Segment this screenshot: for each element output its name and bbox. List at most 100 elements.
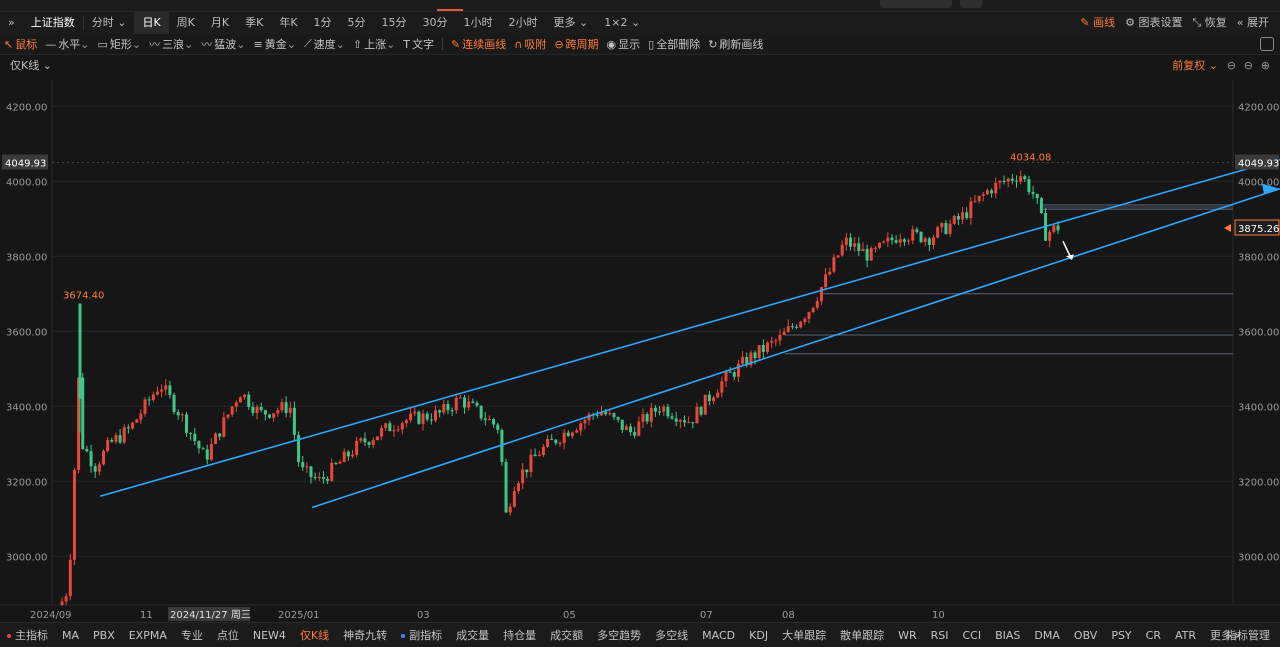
draw-action-3[interactable]: ◉ 显示 [603,36,645,52]
indicator-item[interactable]: 成交量 [449,627,496,643]
candle-body [977,195,981,202]
expand-button[interactable]: « 展开 [1232,12,1274,34]
candle-body [1056,225,1060,231]
magnet-icon: ∩ [514,37,523,51]
indicator-item[interactable]: MACD [695,629,742,642]
indicator-item[interactable]: NEW4 [246,629,293,642]
y-tick-label-left: 3600.00 [6,327,47,338]
draw-tool-6[interactable]: ⟋ 速度 ⌄ [300,36,349,52]
period-tab[interactable]: 日K [134,12,169,34]
draw-action-4[interactable]: ▯ 全部删除 [644,36,704,52]
indicator-item[interactable]: RSI [924,629,956,642]
indicator-item[interactable]: DMA [1027,629,1067,642]
period-tab[interactable]: 15分 [374,12,415,34]
candle-body [849,237,852,247]
speed-line-icon: ⟋ [303,37,312,50]
kline-chart[interactable]: 4200.00 4200.00 4000.00 4000.00 3800.00 3800.… [0,75,1280,622]
candle-body [355,440,359,455]
chart-svg[interactable]: 4200.00 4200.00 4000.00 4000.00 3800.00 3800.… [0,75,1280,622]
candle-body [81,377,85,450]
indicator-item[interactable]: 仅K线 [293,627,336,643]
candle-body [89,451,93,467]
period-tab[interactable]: 更多 ⌄ [546,12,597,34]
draw-action-5[interactable]: ↻ 刷新画线 [704,36,767,52]
indicator-item[interactable]: CR [1139,629,1168,642]
draw-tool-5[interactable]: ≡ 黄金 ⌄ [250,36,300,52]
zoom-out-icon[interactable]: ⊖ [1244,59,1253,72]
crosshair-price-right: 4049.93 [1238,159,1279,170]
draw-tool-1[interactable]: — 水平 ⌄ [41,36,93,52]
period-tab[interactable]: 5分 [340,12,374,34]
draw-tool-4[interactable]: 〰猛波 ⌄ [197,36,249,52]
period-tab[interactable]: 月K [203,12,237,34]
draw-tool-8[interactable]: T 文字 [399,36,438,52]
icon-remnant[interactable] [960,0,982,8]
indicator-item[interactable]: 成交额 [543,627,590,643]
indicator-item[interactable]: ATR [1168,629,1203,642]
collapse-icon[interactable]: » [0,12,23,34]
period-tab[interactable]: 30分 [415,12,456,34]
indicator-item[interactable]: WR [891,629,924,642]
period-tab[interactable]: 2小时 [501,12,546,34]
indicator-item[interactable]: 点位 [210,627,246,643]
y-tick-label-left: 3000.00 [6,552,47,563]
candle-body [205,449,209,460]
indicator-item[interactable]: 散单跟踪 [833,627,891,643]
candle-body [699,407,703,415]
candle-body [961,212,965,220]
collapse-panel-icon[interactable] [1260,37,1274,51]
candle-body [131,422,135,429]
indicator-item[interactable]: 副指标 [394,627,449,643]
indicator-item[interactable]: PSY [1104,629,1138,642]
zoom-in-icon[interactable]: ⊕ [1261,59,1270,72]
restore-button[interactable]: ⤡ 恢复 [1187,12,1231,34]
indicator-item[interactable]: 大单跟踪 [775,627,833,643]
draw-button[interactable]: ✎ 画线 [1075,12,1120,34]
minus-circle-icon[interactable]: ⊖ [1227,59,1236,72]
candle-body [375,436,379,441]
indicator-item[interactable]: BIAS [988,629,1027,642]
candle-body [172,394,176,412]
period-tab[interactable]: 1×2 ⌄ [596,12,648,34]
period-tab[interactable]: 周K [169,12,203,34]
draw-action-0[interactable]: ✎ 连续画线 [447,36,510,52]
period-tab[interactable]: 1分 [306,12,340,34]
indicator-item[interactable]: PBX [86,629,122,642]
draw-action-2[interactable]: ⊖ 跨周期 [550,36,602,52]
chevron-down-icon: ⌄ [386,37,396,51]
indicator-item[interactable]: MA [55,629,86,642]
period-tab[interactable]: 1小时 [456,12,501,34]
indicator-select[interactable]: 仅K线 ⌄ [10,57,52,73]
candle-body [458,397,462,399]
indicator-item[interactable]: 多空线 [648,627,695,643]
indicator-item[interactable]: KDJ [742,629,775,642]
indicator-item[interactable]: 神奇九转 [336,627,394,643]
candle-body [620,419,624,430]
indicator-item[interactable]: 专业 [174,627,210,643]
candle-body [770,340,774,343]
draw-tool-0[interactable]: ↖ 鼠标 [0,36,41,52]
candle-body [782,331,786,336]
draw-action-1[interactable]: ∩ 吸附 [510,36,550,52]
candle-body [454,397,458,411]
draw-tool-3[interactable]: 〰三浪 ⌄ [145,36,197,52]
indicator-item[interactable]: 持仓量 [496,627,543,643]
period-tab[interactable]: 分时 ⌄ [84,12,135,34]
draw-tool-2[interactable]: ▭ 矩形 ⌄ [93,36,145,52]
indicator-manage-button[interactable]: 指标管理 [1226,627,1270,643]
chart-settings-button[interactable]: ⚙ 图表设置 [1120,12,1187,34]
search-box-remnant[interactable] [880,0,952,8]
adjust-select[interactable]: 前复权 ⌄ [1172,57,1218,73]
indicator-item[interactable]: 主指标 [0,627,55,643]
candle-body [305,466,309,468]
indicator-item[interactable]: CCI [955,629,988,642]
candle-body [404,420,408,424]
candle-body [247,394,251,407]
period-tab[interactable]: 季K [237,12,271,34]
indicator-item[interactable]: EXPMA [122,629,174,642]
draw-tool-7[interactable]: ⇧ 上涨 ⌄ [349,36,399,52]
period-tab[interactable]: 年K [271,12,305,34]
indicator-item[interactable]: OBV [1067,629,1104,642]
active-top-tab[interactable] [437,0,463,11]
indicator-item[interactable]: 多空趋势 [590,627,648,643]
